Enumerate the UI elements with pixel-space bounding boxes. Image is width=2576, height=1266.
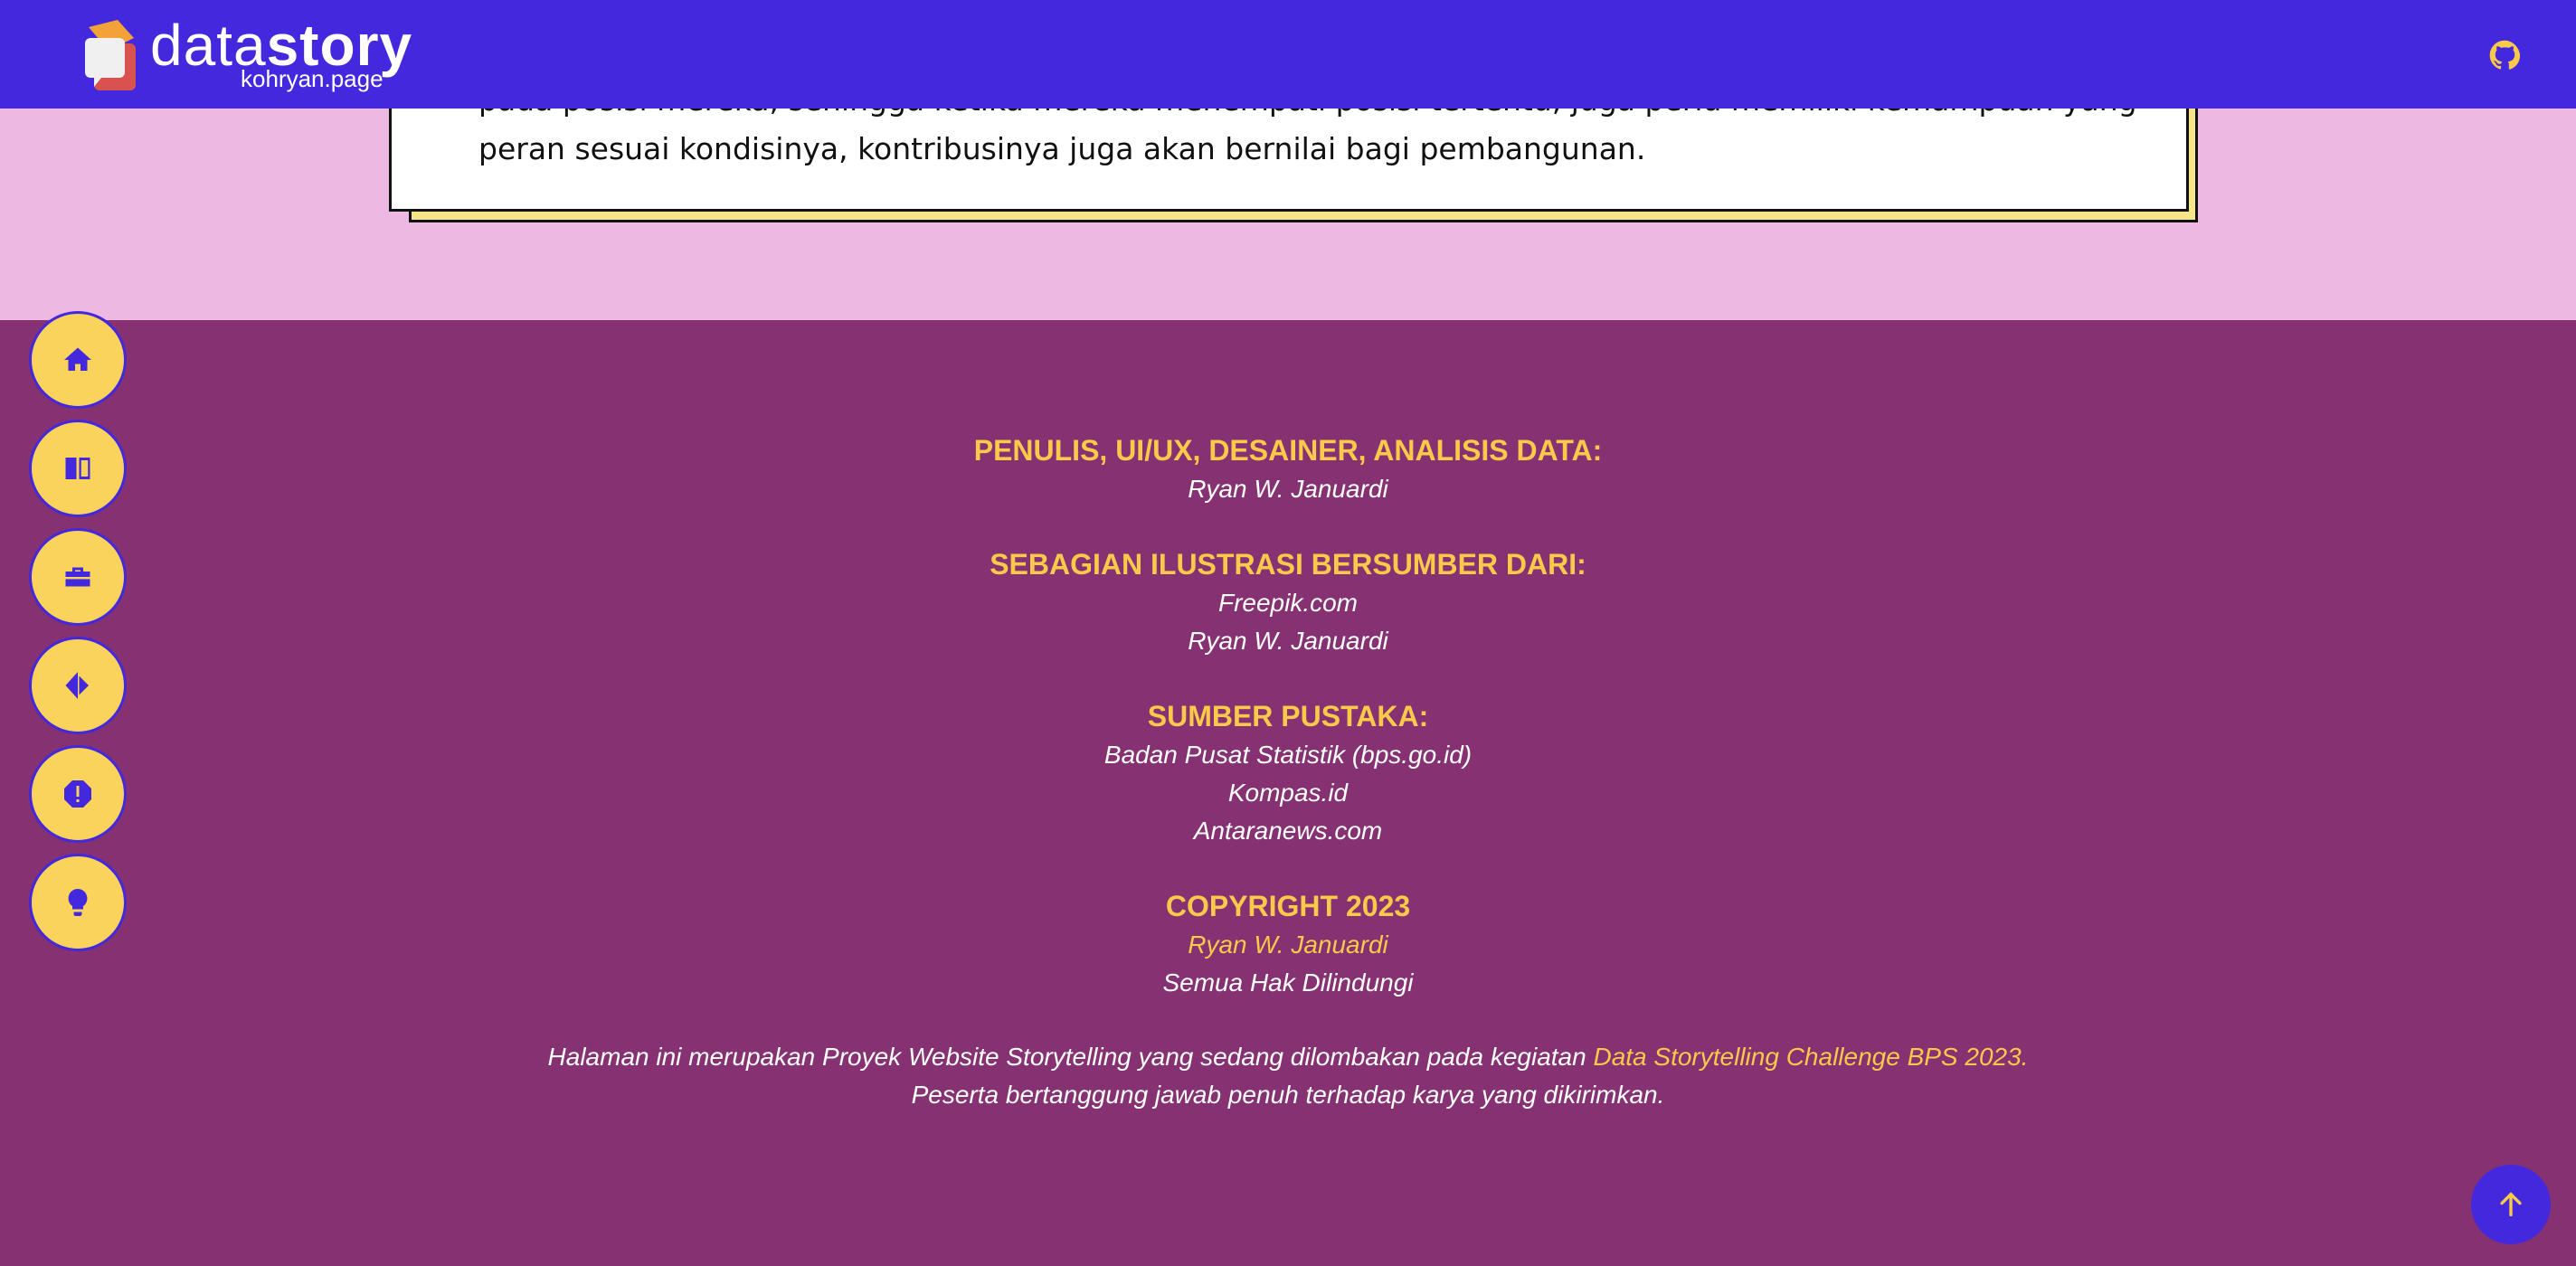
site-footer: PENULIS, UI/UX, DESAINER, ANALISIS DATA:… bbox=[0, 320, 2576, 1266]
copyright-rights: Semua Hak Dilindungi bbox=[1162, 968, 1414, 997]
compass-icon bbox=[65, 672, 89, 699]
nav-idea-button[interactable] bbox=[29, 854, 127, 951]
illustration-section: SEBAGIAN ILUSTRASI BERSUMBER DARI: Freep… bbox=[0, 544, 2576, 660]
toolbox-icon bbox=[65, 567, 90, 587]
top-header: datastory kohryan.page bbox=[0, 0, 2576, 109]
nav-home-button[interactable] bbox=[29, 311, 127, 409]
site-logo[interactable]: datastory kohryan.page bbox=[81, 13, 425, 94]
references-heading: SUMBER PUSTAKA: bbox=[1147, 700, 1429, 732]
alert-icon bbox=[64, 780, 91, 808]
challenge-link[interactable]: Data Storytelling Challenge BPS 2023. bbox=[1593, 1043, 2028, 1071]
home-icon bbox=[64, 347, 91, 371]
article-text-line: peran sesuai kondisinya, kontribusinya j… bbox=[478, 131, 1646, 166]
nav-story-button[interactable] bbox=[29, 420, 127, 517]
credits-heading: PENULIS, UI/UX, DESAINER, ANALISIS DATA: bbox=[973, 434, 1603, 467]
references-section: SUMBER PUSTAKA: Badan Pusat Statistik (b… bbox=[0, 696, 2576, 850]
footer-note: Halaman ini merupakan Proyek Website Sto… bbox=[0, 1038, 2576, 1076]
arrow-up-icon bbox=[2500, 1192, 2522, 1217]
illustration-heading: SEBAGIAN ILUSTRASI BERSUMBER DARI: bbox=[990, 548, 1586, 581]
illustration-source: Ryan W. Januardi bbox=[1188, 627, 1388, 655]
logo-subtitle: kohryan.page bbox=[241, 65, 384, 92]
footer-disclaimer: Peserta bertanggung jawab penuh terhadap… bbox=[911, 1081, 1665, 1109]
logo-icon bbox=[85, 20, 136, 90]
nav-compass-button[interactable] bbox=[29, 637, 127, 734]
reference-item: Antaranews.com bbox=[1193, 817, 1383, 845]
back-to-top-button[interactable] bbox=[2471, 1165, 2551, 1244]
nav-toolbox-button[interactable] bbox=[29, 528, 127, 626]
copyright-heading: COPYRIGHT 2023 bbox=[1165, 890, 1411, 922]
credits-section: PENULIS, UI/UX, DESAINER, ANALISIS DATA:… bbox=[0, 430, 2576, 508]
footer-content: PENULIS, UI/UX, DESAINER, ANALISIS DATA:… bbox=[0, 430, 2576, 1114]
github-icon[interactable] bbox=[2489, 40, 2520, 71]
nav-alert-button[interactable] bbox=[29, 745, 127, 843]
footer-note-text: Halaman ini merupakan Proyek Website Sto… bbox=[547, 1043, 1594, 1071]
copyright-name: Ryan W. Januardi bbox=[1188, 931, 1388, 959]
reference-item: Badan Pusat Statistik (bps.go.id) bbox=[1103, 741, 1473, 769]
credits-name: Ryan W. Januardi bbox=[1188, 475, 1388, 503]
copyright-section: COPYRIGHT 2023 Ryan W. Januardi Semua Ha… bbox=[0, 886, 2576, 1002]
book-icon bbox=[65, 458, 90, 479]
illustration-source: Freepik.com bbox=[1217, 589, 1359, 617]
reference-item: Kompas.id bbox=[1227, 779, 1349, 807]
lightbulb-icon bbox=[68, 889, 88, 916]
